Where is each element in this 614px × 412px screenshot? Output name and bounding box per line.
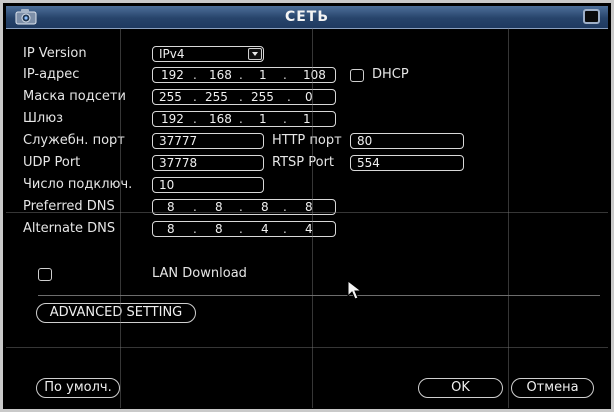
mask-octet[interactable]: 255 bbox=[205, 90, 228, 104]
ip-address-label: IP-адрес bbox=[23, 67, 80, 82]
ip-version-select[interactable]: IPv4 bbox=[152, 46, 264, 62]
octet-separator: . bbox=[287, 90, 291, 104]
chevron-down-icon[interactable] bbox=[248, 48, 262, 60]
gateway-octet[interactable]: 1 bbox=[303, 112, 311, 126]
ip-octet[interactable]: 108 bbox=[303, 68, 326, 82]
subnet-mask-field[interactable]: 255 . 255 . 255 . 0 bbox=[152, 89, 336, 105]
octet-separator: . bbox=[283, 222, 287, 236]
ip-octet[interactable]: 1 bbox=[259, 68, 267, 82]
title-bar: СЕТЬ bbox=[6, 6, 608, 29]
gateway-octet[interactable]: 168 bbox=[209, 112, 232, 126]
udp-port-label: UDP Port bbox=[23, 155, 81, 170]
cancel-button[interactable]: Отмена bbox=[511, 378, 594, 398]
lan-download-checkbox[interactable] bbox=[38, 268, 52, 281]
octet-separator: . bbox=[239, 112, 243, 126]
alternate-dns-label: Alternate DNS bbox=[23, 221, 116, 236]
gateway-octet[interactable]: 192 bbox=[161, 112, 184, 126]
ip-octet[interactable]: 192 bbox=[161, 68, 184, 82]
mask-octet[interactable]: 255 bbox=[251, 90, 274, 104]
grid-line bbox=[6, 212, 608, 213]
max-connections-label: Число подключ. bbox=[23, 177, 133, 192]
octet-separator: . bbox=[283, 112, 287, 126]
dns-octet[interactable]: 8 bbox=[215, 222, 223, 236]
octet-separator: . bbox=[193, 90, 197, 104]
mask-octet[interactable]: 255 bbox=[159, 90, 182, 104]
octet-separator: . bbox=[239, 68, 243, 82]
dns-octet[interactable]: 8 bbox=[167, 222, 175, 236]
octet-separator: . bbox=[239, 222, 243, 236]
gateway-field[interactable]: 192 . 168 . 1 . 1 bbox=[152, 111, 336, 127]
network-settings-window: СЕТЬ IP Version IPv4 IP-адрес 192 . 168 … bbox=[0, 0, 614, 412]
max-connections-field[interactable]: 10 bbox=[152, 177, 264, 193]
alternate-dns-field[interactable]: 8 . 8 . 4 . 4 bbox=[152, 221, 336, 237]
http-port-label: HTTP порт bbox=[272, 133, 342, 148]
ip-address-field[interactable]: 192 . 168 . 1 . 108 bbox=[152, 67, 336, 83]
divider bbox=[38, 295, 600, 296]
ip-octet[interactable]: 168 bbox=[209, 68, 232, 82]
http-port-field[interactable]: 80 bbox=[350, 133, 464, 149]
grid-line bbox=[120, 28, 121, 408]
octet-separator: . bbox=[193, 222, 197, 236]
octet-separator: . bbox=[193, 112, 197, 126]
grid-line bbox=[508, 28, 509, 408]
dhcp-label: DHCP bbox=[372, 67, 409, 82]
rtsp-port-label: RTSP Port bbox=[272, 155, 335, 170]
octet-separator: . bbox=[283, 68, 287, 82]
default-button[interactable]: По умолч. bbox=[36, 378, 120, 398]
subnet-mask-label: Маска подсети bbox=[23, 89, 126, 104]
advanced-setting-button[interactable]: ADVANCED SETTING bbox=[36, 303, 196, 323]
ip-version-value: IPv4 bbox=[159, 47, 185, 61]
dns-octet[interactable]: 4 bbox=[261, 222, 269, 236]
rtsp-port-field[interactable]: 554 bbox=[350, 155, 464, 171]
ip-version-label: IP Version bbox=[23, 46, 87, 61]
grid-line bbox=[6, 347, 608, 348]
mouse-pointer-icon bbox=[347, 280, 363, 300]
lan-download-label: LAN Download bbox=[152, 266, 247, 281]
gateway-label: Шлюз bbox=[23, 111, 64, 126]
gateway-octet[interactable]: 1 bbox=[259, 112, 267, 126]
octet-separator: . bbox=[239, 90, 243, 104]
service-port-field[interactable]: 37777 bbox=[152, 133, 264, 149]
service-port-label: Служебн. порт bbox=[23, 133, 125, 148]
dhcp-checkbox[interactable] bbox=[350, 69, 364, 82]
window-title: СЕТЬ bbox=[284, 9, 330, 25]
udp-port-field[interactable]: 37778 bbox=[152, 155, 264, 171]
grid-line bbox=[312, 28, 313, 408]
ok-button[interactable]: OK bbox=[418, 378, 503, 398]
close-icon[interactable] bbox=[583, 9, 600, 24]
octet-separator: . bbox=[193, 68, 197, 82]
